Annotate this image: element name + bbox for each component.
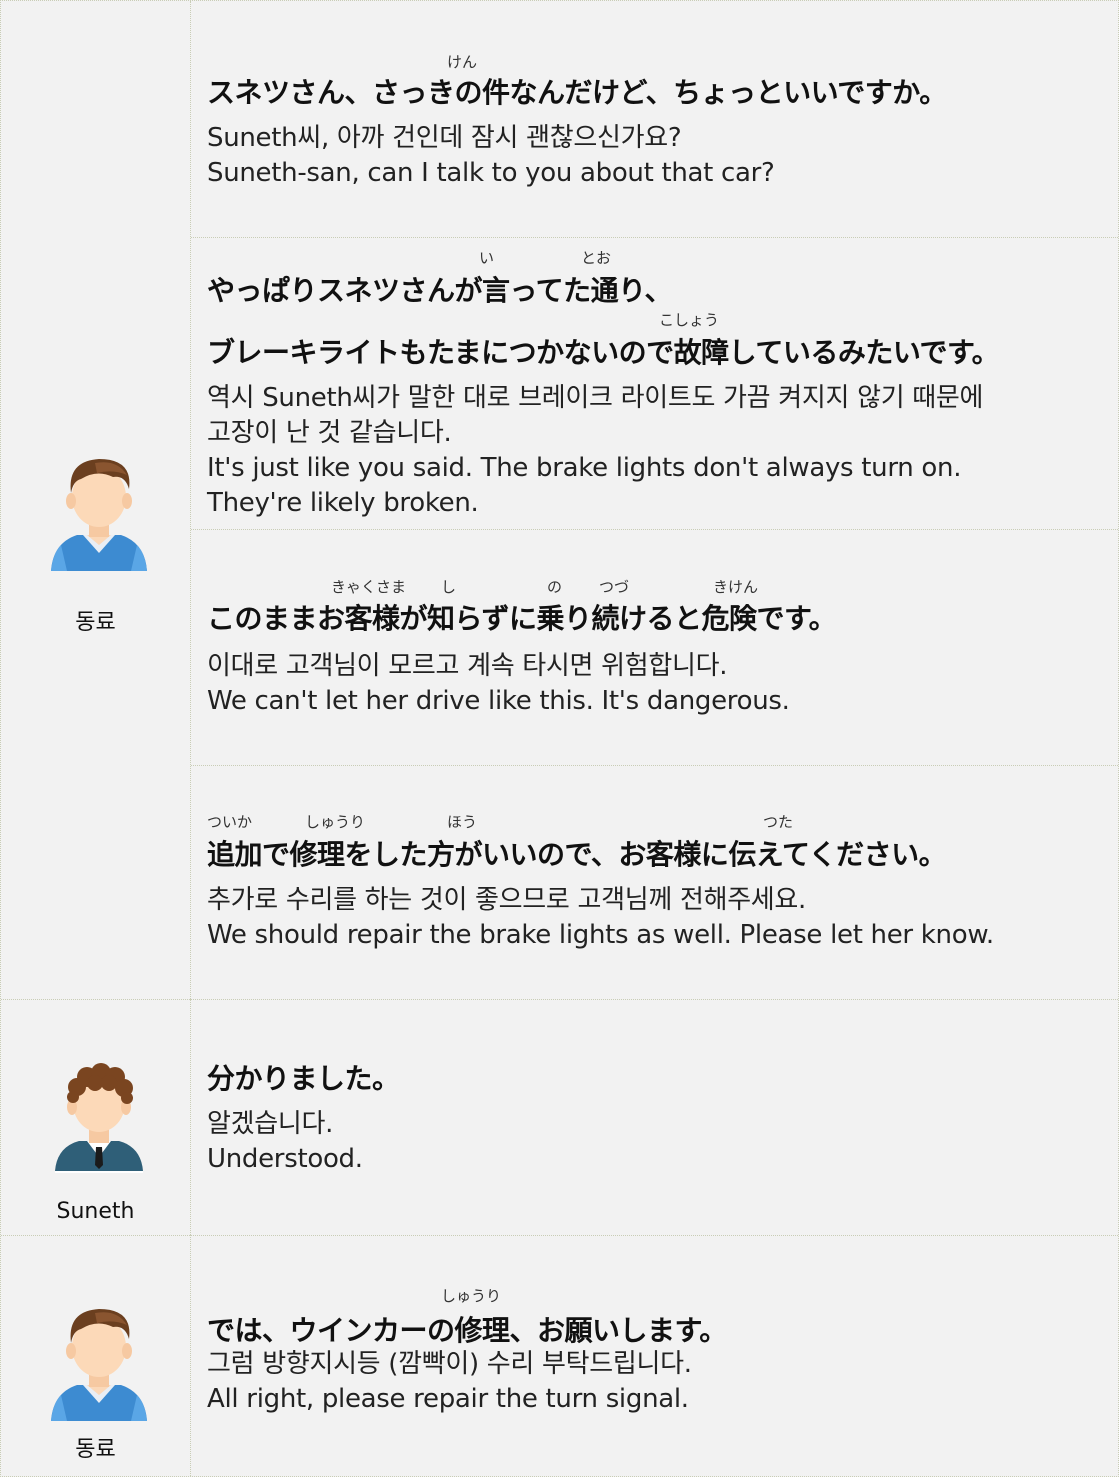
english-text: All right, please repair the turn signal… (207, 1384, 689, 1414)
korean-text: 고장이 난 것 같습니다. (207, 418, 452, 448)
translation: 그럼 방향지시등 (깜빡이) 수리 부탁드립니다. All right, ple… (207, 1347, 692, 1417)
dialogue-table: 동료 けん スネツさん、さっきの件なんだけど、ちょっといいですか。 Suneth… (0, 0, 1119, 1477)
dialogue-line: 分かりました。 알겠습니다. Understood. (191, 999, 1118, 1235)
korean-text: Suneth씨, 아까 건인데 잠시 괜찮으신가요? (207, 123, 682, 153)
japanese-text: では、ウインカーの修理、お願いします。 (207, 1314, 727, 1347)
japanese-text: ブレーキライトもたまにつかないので故障しているみたいです。 (207, 336, 1000, 369)
korean-text: 알겠습니다. (207, 1109, 334, 1139)
speaker-column: Suneth (1, 999, 191, 1235)
speaker-block-colleague: 동료 しゅうり では、ウインカーの修理、お願いします。 그럼 방향지시등 (깜빡… (1, 1235, 1118, 1476)
english-text: They're likely broken. (207, 488, 479, 518)
suneth-avatar-icon (55, 1063, 143, 1173)
colleague-avatar-icon (51, 1309, 147, 1421)
japanese-text: 追加で修理をした方がいいので、お客様に伝えてください。 (207, 838, 947, 871)
speaker-column: 동료 (1, 1, 191, 999)
dialogue-line: きゃくさま し の つづ きけん このままお客様が知らずに乗り続けると危険です。… (191, 529, 1118, 766)
speaker-name: 동료 (75, 1437, 116, 1462)
japanese-text: 分かりました。 (207, 1062, 400, 1095)
translation: 추가로 수리를 하는 것이 좋으므로 고객님께 전해주세요. We should… (207, 883, 994, 953)
dialogue-line: い とお やっぱりスネツさんが言ってた通り、 こしょう ブレーキライトもたまにつ… (191, 237, 1118, 530)
translation: Suneth씨, 아까 건인데 잠시 괜찮으신가요? Suneth-san, c… (207, 121, 775, 191)
korean-text: 역시 Suneth씨가 말한 대로 브레이크 라이트도 가끔 켜지지 않기 때문… (207, 383, 984, 413)
korean-text: 그럼 방향지시등 (깜빡이) 수리 부탁드립니다. (207, 1349, 692, 1379)
korean-text: 이대로 고객님이 모르고 계속 타시면 위험합니다. (207, 651, 728, 681)
dialogue-line: ついか しゅうり ほう つた 追加で修理をした方がいいので、お客様に伝えてくださ… (191, 765, 1118, 999)
english-text: Suneth-san, can I talk to you about that… (207, 158, 775, 188)
english-text: Understood. (207, 1144, 363, 1174)
dialogue-line: しゅうり では、ウインカーの修理、お願いします。 그럼 방향지시등 (깜빡이) … (191, 1235, 1118, 1476)
speaker-column: 동료 (1, 1235, 191, 1476)
translation: 이대로 고객님이 모르고 계속 타시면 위험합니다. We can't let … (207, 649, 790, 719)
speaker-name: 동료 (75, 610, 116, 635)
dialogue-line: けん スネツさん、さっきの件なんだけど、ちょっといいですか。 Suneth씨, … (191, 1, 1118, 238)
speaker-block-suneth: Suneth 分かりました。 알겠습니다. Understood. (1, 999, 1118, 1236)
translation: 알겠습니다. Understood. (207, 1107, 363, 1177)
japanese-text: やっぱりスネツさんが言ってた通り、 (207, 274, 672, 307)
english-text: We can't let her drive like this. It's d… (207, 686, 790, 716)
english-text: It's just like you said. The brake light… (207, 453, 962, 483)
korean-text: 추가로 수리를 하는 것이 좋으므로 고객님께 전해주세요. (207, 885, 807, 915)
speaker-name: Suneth (56, 1199, 135, 1224)
japanese-text: このままお客様が知らずに乗り続けると危険です。 (207, 602, 837, 635)
japanese-text: スネツさん、さっきの件なんだけど、ちょっといいですか。 (207, 76, 947, 109)
english-text: We should repair the brake lights as wel… (207, 920, 994, 950)
translation: 역시 Suneth씨가 말한 대로 브레이크 라이트도 가끔 켜지지 않기 때문… (207, 381, 983, 521)
colleague-avatar-icon (51, 459, 147, 571)
speaker-block-colleague: 동료 けん スネツさん、さっきの件なんだけど、ちょっといいですか。 Suneth… (1, 1, 1118, 1000)
